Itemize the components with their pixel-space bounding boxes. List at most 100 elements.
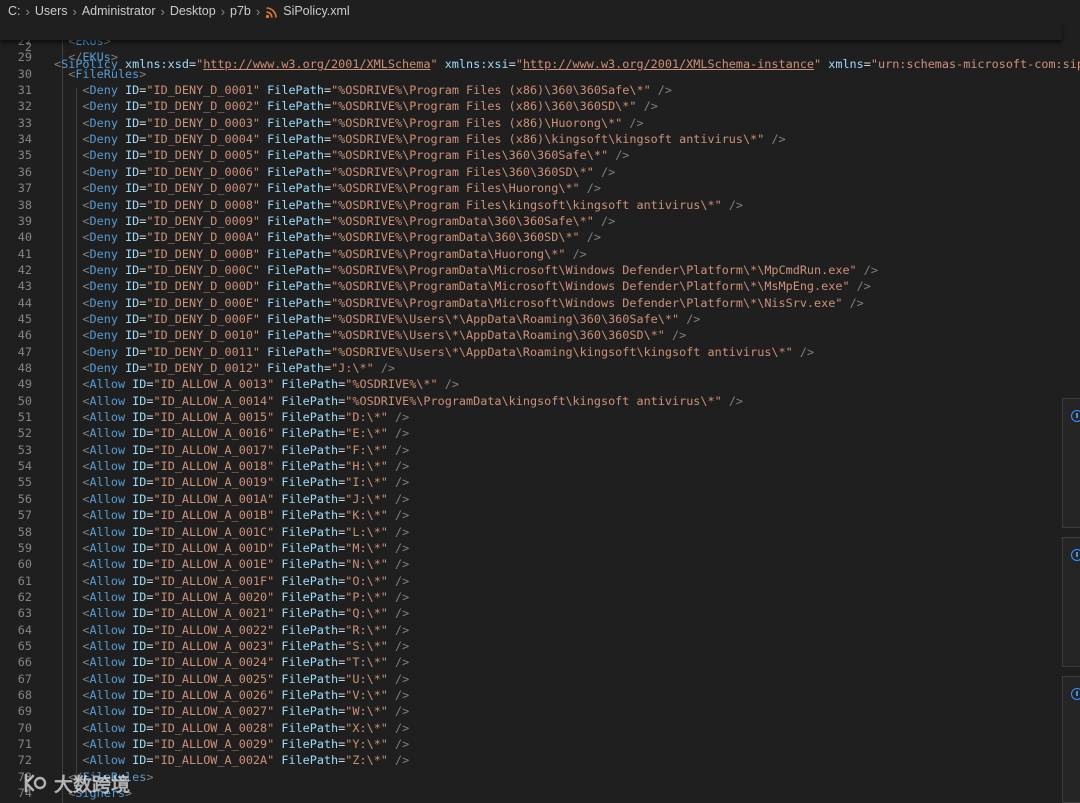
code-text[interactable]: <Deny ID="ID_DENY_D_0009" FilePath="%OSD… [54,213,615,229]
code-line[interactable]: 60 <Allow ID="ID_ALLOW_A_001E" FilePath=… [0,556,1062,572]
code-line[interactable]: 73 </FileRules> [0,769,1062,785]
code-text[interactable]: <Allow ID="ID_ALLOW_A_0027" FilePath="W:… [54,703,409,719]
code-text[interactable]: <Allow ID="ID_ALLOW_A_002A" FilePath="Z:… [54,752,409,768]
code-text[interactable]: <Deny ID="ID_DENY_D_0008" FilePath="%OSD… [54,197,743,213]
breadcrumb-item[interactable]: Desktop [170,4,216,18]
code-line[interactable]: 43 <Deny ID="ID_DENY_D_000D" FilePath="%… [0,278,1062,294]
code-text[interactable]: <Allow ID="ID_ALLOW_A_0024" FilePath="T:… [54,654,409,670]
code-text[interactable]: <Deny ID="ID_DENY_D_0012" FilePath="J:\*… [54,360,395,376]
code-line[interactable]: 71 <Allow ID="ID_ALLOW_A_0029" FilePath=… [0,736,1062,752]
code-line[interactable]: 33 <Deny ID="ID_DENY_D_0003" FilePath="%… [0,115,1062,131]
breadcrumb-item[interactable]: SiPolicy.xml [283,4,349,18]
code-text[interactable]: <Deny ID="ID_DENY_D_0011" FilePath="%OSD… [54,344,814,360]
breadcrumb-item[interactable]: Users [35,4,68,18]
code-text[interactable]: <Allow ID="ID_ALLOW_A_0020" FilePath="P:… [54,589,409,605]
code-line[interactable]: 48 <Deny ID="ID_DENY_D_0012" FilePath="J… [0,360,1062,376]
info-widget-2[interactable] [1062,537,1080,667]
code-text[interactable]: <Deny ID="ID_DENY_D_0007" FilePath="%OSD… [54,180,601,196]
code-line[interactable]: 44 <Deny ID="ID_DENY_D_000E" FilePath="%… [0,295,1062,311]
code-line[interactable]: 50 <Allow ID="ID_ALLOW_A_0014" FilePath=… [0,393,1062,409]
code-text[interactable]: <Allow ID="ID_ALLOW_A_0017" FilePath="F:… [54,442,409,458]
code-text[interactable]: <Allow ID="ID_ALLOW_A_0026" FilePath="V:… [54,687,409,703]
code-line[interactable]: 46 <Deny ID="ID_DENY_D_0010" FilePath="%… [0,327,1062,343]
code-text[interactable]: <Allow ID="ID_ALLOW_A_0023" FilePath="S:… [54,638,409,654]
code-line[interactable]: 63 <Allow ID="ID_ALLOW_A_0021" FilePath=… [0,605,1062,621]
code-line[interactable]: 51 <Allow ID="ID_ALLOW_A_0015" FilePath=… [0,409,1062,425]
code-line[interactable]: 65 <Allow ID="ID_ALLOW_A_0023" FilePath=… [0,638,1062,654]
code-text[interactable]: <Allow ID="ID_ALLOW_A_0021" FilePath="Q:… [54,605,409,621]
code-line[interactable]: 74 <Signers> [0,785,1062,801]
code-text[interactable]: <Deny ID="ID_DENY_D_000C" FilePath="%OSD… [54,262,878,278]
code-line[interactable]: 55 <Allow ID="ID_ALLOW_A_0019" FilePath=… [0,474,1062,490]
code-editor[interactable]: 27 <EKUs> 29 </EKUs> 30 <FileRules> 31 <Den… [0,22,1062,803]
code-text[interactable]: <Allow ID="ID_ALLOW_A_0019" FilePath="I:… [54,474,409,490]
code-text[interactable]: <Deny ID="ID_DENY_D_0004" FilePath="%OSD… [54,131,785,147]
code-line[interactable]: 70 <Allow ID="ID_ALLOW_A_0028" FilePath=… [0,720,1062,736]
code-line[interactable]: 38 <Deny ID="ID_DENY_D_0008" FilePath="%… [0,197,1062,213]
code-text[interactable]: <Deny ID="ID_DENY_D_000D" FilePath="%OSD… [54,278,870,294]
code-text[interactable]: <Deny ID="ID_DENY_D_000A" FilePath="%OSD… [54,229,601,245]
sticky-scroll-header[interactable]: 2 <SiPolicy xmlns:xsd="http://www.w3.org… [0,22,1080,71]
code-text[interactable]: <Allow ID="ID_ALLOW_A_001A" FilePath="J:… [54,491,409,507]
breadcrumb-item[interactable]: C: [8,4,21,18]
code-text[interactable]: <Allow ID="ID_ALLOW_A_0028" FilePath="X:… [54,720,409,736]
code-line[interactable]: 52 <Allow ID="ID_ALLOW_A_0016" FilePath=… [0,425,1062,441]
code-text[interactable]: <Allow ID="ID_ALLOW_A_0015" FilePath="D:… [54,409,409,425]
code-text[interactable]: <Deny ID="ID_DENY_D_000B" FilePath="%OSD… [54,246,586,262]
code-line[interactable]: 57 <Allow ID="ID_ALLOW_A_001B" FilePath=… [0,507,1062,523]
code-line[interactable]: 53 <Allow ID="ID_ALLOW_A_0017" FilePath=… [0,442,1062,458]
code-text[interactable]: <Allow ID="ID_ALLOW_A_001F" FilePath="O:… [54,573,409,589]
code-text[interactable]: <Allow ID="ID_ALLOW_A_0013" FilePath="%O… [54,376,459,392]
code-text[interactable]: <Allow ID="ID_ALLOW_A_0025" FilePath="U:… [54,671,409,687]
code-line[interactable]: 37 <Deny ID="ID_DENY_D_0007" FilePath="%… [0,180,1062,196]
code-line[interactable]: 58 <Allow ID="ID_ALLOW_A_001C" FilePath=… [0,524,1062,540]
code-line[interactable]: 36 <Deny ID="ID_DENY_D_0006" FilePath="%… [0,164,1062,180]
code-line[interactable]: 35 <Deny ID="ID_DENY_D_0005" FilePath="%… [0,147,1062,163]
code-line[interactable]: 47 <Deny ID="ID_DENY_D_0011" FilePath="%… [0,344,1062,360]
code-line[interactable]: 69 <Allow ID="ID_ALLOW_A_0027" FilePath=… [0,703,1062,719]
code-text[interactable]: <Allow ID="ID_ALLOW_A_0018" FilePath="H:… [54,458,409,474]
code-line[interactable]: 31 <Deny ID="ID_DENY_D_0001" FilePath="%… [0,82,1062,98]
code-line[interactable]: 68 <Allow ID="ID_ALLOW_A_0026" FilePath=… [0,687,1062,703]
code-text[interactable]: <Allow ID="ID_ALLOW_A_0014" FilePath="%O… [54,393,743,409]
code-text[interactable]: <Deny ID="ID_DENY_D_000E" FilePath="%OSD… [54,295,863,311]
breadcrumb-item[interactable]: Administrator [82,4,156,18]
code-line[interactable]: 45 <Deny ID="ID_DENY_D_000F" FilePath="%… [0,311,1062,327]
code-text[interactable]: <Allow ID="ID_ALLOW_A_0016" FilePath="E:… [54,425,409,441]
code-text[interactable]: <Deny ID="ID_DENY_D_0002" FilePath="%OSD… [54,98,657,114]
code-text[interactable]: <Allow ID="ID_ALLOW_A_0022" FilePath="R:… [54,622,409,638]
code-line[interactable]: 39 <Deny ID="ID_DENY_D_0009" FilePath="%… [0,213,1062,229]
code-text[interactable]: <Deny ID="ID_DENY_D_0005" FilePath="%OSD… [54,147,629,163]
code-line[interactable]: 56 <Allow ID="ID_ALLOW_A_001A" FilePath=… [0,491,1062,507]
code-line[interactable]: 64 <Allow ID="ID_ALLOW_A_0022" FilePath=… [0,622,1062,638]
code-text[interactable]: <Allow ID="ID_ALLOW_A_001E" FilePath="N:… [54,556,409,572]
code-text[interactable]: <Allow ID="ID_ALLOW_A_001D" FilePath="M:… [54,540,409,556]
breadcrumb-item[interactable]: p7b [230,4,251,18]
code-text[interactable]: <Deny ID="ID_DENY_D_0003" FilePath="%OSD… [54,115,643,131]
code-text[interactable]: <Deny ID="ID_DENY_D_000F" FilePath="%OSD… [54,311,700,327]
code-line[interactable]: 42 <Deny ID="ID_DENY_D_000C" FilePath="%… [0,262,1062,278]
code-line[interactable]: 59 <Allow ID="ID_ALLOW_A_001D" FilePath=… [0,540,1062,556]
code-text[interactable]: <Allow ID="ID_ALLOW_A_001B" FilePath="K:… [54,507,409,523]
code-text[interactable]: <Allow ID="ID_ALLOW_A_0029" FilePath="Y:… [54,736,409,752]
code-line[interactable]: 54 <Allow ID="ID_ALLOW_A_0018" FilePath=… [0,458,1062,474]
code-text[interactable]: <Allow ID="ID_ALLOW_A_001C" FilePath="L:… [54,524,409,540]
code-line[interactable]: 72 <Allow ID="ID_ALLOW_A_002A" FilePath=… [0,752,1062,768]
code-text[interactable]: <Deny ID="ID_DENY_D_0006" FilePath="%OSD… [54,164,615,180]
sticky-code[interactable]: <SiPolicy xmlns:xsd="http://www.w3.org/2… [54,56,1080,72]
info-widget-1[interactable] [1062,398,1080,528]
code-line[interactable]: 32 <Deny ID="ID_DENY_D_0002" FilePath="%… [0,98,1062,114]
info-widget-3[interactable] [1062,676,1080,803]
code-line[interactable]: 49 <Allow ID="ID_ALLOW_A_0013" FilePath=… [0,376,1062,392]
code-line[interactable]: 41 <Deny ID="ID_DENY_D_000B" FilePath="%… [0,246,1062,262]
code-line[interactable]: 61 <Allow ID="ID_ALLOW_A_001F" FilePath=… [0,573,1062,589]
code-line[interactable]: 40 <Deny ID="ID_DENY_D_000A" FilePath="%… [0,229,1062,245]
sticky-line[interactable]: 2 <SiPolicy xmlns:xsd="http://www.w3.org… [0,23,1080,70]
code-line[interactable]: 66 <Allow ID="ID_ALLOW_A_0024" FilePath=… [0,654,1062,670]
code-text[interactable]: <Deny ID="ID_DENY_D_0001" FilePath="%OSD… [54,82,672,98]
code-text[interactable]: <Deny ID="ID_DENY_D_0010" FilePath="%OSD… [54,327,686,343]
code-line[interactable]: 67 <Allow ID="ID_ALLOW_A_0025" FilePath=… [0,671,1062,687]
link[interactable]: http://www.w3.org/2001/XMLSchema [203,57,430,71]
link[interactable]: http://www.w3.org/2001/XMLSchema-instanc… [523,57,814,71]
code-line[interactable]: 34 <Deny ID="ID_DENY_D_0004" FilePath="%… [0,131,1062,147]
